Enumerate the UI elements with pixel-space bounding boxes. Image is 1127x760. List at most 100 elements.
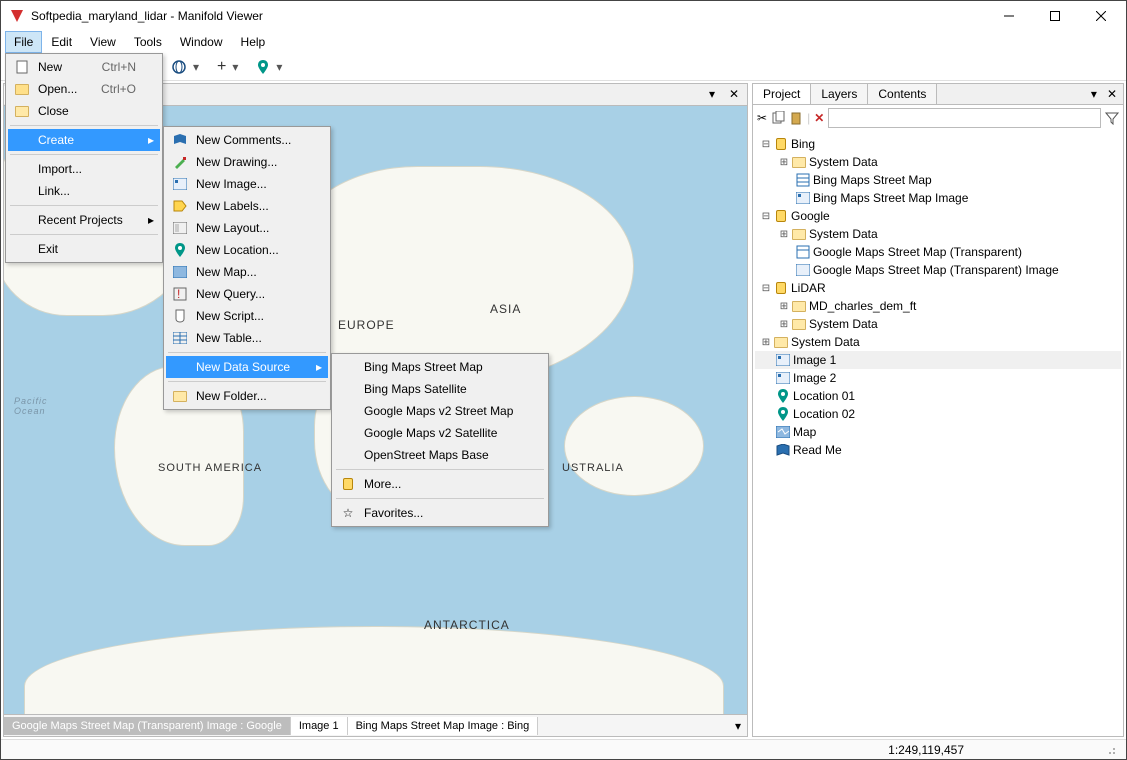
menu-edit[interactable]: Edit [42,31,81,53]
globe-icon[interactable] [171,59,187,75]
create-folder[interactable]: New Folder... [166,385,328,407]
plus-icon[interactable]: + [217,58,226,76]
tree-google-sys[interactable]: ⊞System Data [755,225,1121,243]
menu-help[interactable]: Help [232,31,275,53]
image-icon [170,176,190,192]
tree-image1[interactable]: Image 1 [755,351,1121,369]
tree-bing-street-img[interactable]: Bing Maps Street Map Image [755,189,1121,207]
location-icon [170,242,190,258]
tree-readme[interactable]: Read Me [755,441,1121,459]
ds-google-street[interactable]: Google Maps v2 Street Map [334,400,546,422]
titlebar: Softpedia_maryland_lidar - Manifold View… [1,1,1126,31]
comments-icon [170,132,190,148]
project-tree: ⊟Bing ⊞System Data Bing Maps Street Map … [752,131,1124,737]
create-layout[interactable]: New Layout... [166,217,328,239]
query-icon: ! [170,286,190,302]
filter-icon[interactable] [1105,111,1119,125]
tree-map[interactable]: Map [755,423,1121,441]
close-file-icon [12,103,32,119]
map-label-europe: EUROPE [338,318,395,332]
layer-tab-bing[interactable]: Bing Maps Street Map Image : Bing [348,717,539,735]
file-link[interactable]: Link... [8,180,160,202]
open-icon [12,81,32,97]
create-labels[interactable]: New Labels... [166,195,328,217]
file-import[interactable]: Import... [8,158,160,180]
ds-bing-sat[interactable]: Bing Maps Satellite [334,378,546,400]
create-query[interactable]: !New Query... [166,283,328,305]
create-comments[interactable]: New Comments... [166,129,328,151]
tree-loc2[interactable]: Location 02 [755,405,1121,423]
panel-close-icon[interactable]: ✕ [1101,84,1123,104]
tree-sysdata[interactable]: ⊞System Data [755,333,1121,351]
map-icon [170,264,190,280]
ds-osm[interactable]: OpenStreet Maps Base [334,444,546,466]
ds-more[interactable]: More... [334,473,546,495]
tree-google-street[interactable]: Google Maps Street Map (Transparent) [755,243,1121,261]
menu-view[interactable]: View [81,31,125,53]
tree-google-street-img[interactable]: Google Maps Street Map (Transparent) Ima… [755,261,1121,279]
project-panel: Project Layers Contents ▾ ✕ ✂ | ✕ ⊟Bing … [752,83,1124,737]
svg-text:!: ! [177,287,180,301]
create-image[interactable]: New Image... [166,173,328,195]
create-location[interactable]: New Location... [166,239,328,261]
copy-icon[interactable] [771,111,785,125]
ds-google-sat[interactable]: Google Maps v2 Satellite [334,422,546,444]
drawing-icon [170,154,190,170]
file-open[interactable]: Open...Ctrl+O [8,78,160,100]
file-recent[interactable]: Recent Projects▸ [8,209,160,231]
tree-bing-street[interactable]: Bing Maps Street Map [755,171,1121,189]
create-map[interactable]: New Map... [166,261,328,283]
create-drawing[interactable]: New Drawing... [166,151,328,173]
map-label-pacific: Pacific Ocean [14,396,48,416]
panel-tab-project[interactable]: Project [753,84,811,104]
create-datasource[interactable]: New Data Source▸ [166,356,328,378]
ds-bing-street[interactable]: Bing Maps Street Map [334,356,546,378]
panel-dropdown-icon[interactable]: ▾ [1087,84,1101,104]
file-create[interactable]: Create▸ [8,129,160,151]
panel-tab-layers[interactable]: Layers [811,84,868,104]
layer-tab-image1[interactable]: Image 1 [291,717,348,735]
map-label-ant: ANTARCTICA [424,618,510,632]
maximize-button[interactable] [1032,1,1078,31]
script-icon [170,308,190,324]
tree-loc1[interactable]: Location 01 [755,387,1121,405]
file-close[interactable]: Close [8,100,160,122]
tree-google[interactable]: ⊟Google [755,207,1121,225]
status-scale: 1:249,119,457 [888,743,964,757]
create-script[interactable]: New Script... [166,305,328,327]
tree-image2[interactable]: Image 2 [755,369,1121,387]
menu-window[interactable]: Window [171,31,232,53]
panel-tab-contents[interactable]: Contents [868,84,937,104]
window-title: Softpedia_maryland_lidar - Manifold View… [31,9,986,23]
tree-bing[interactable]: ⊟Bing [755,135,1121,153]
tree-lidar[interactable]: ⊟LiDAR [755,279,1121,297]
paste-icon[interactable] [789,111,803,125]
file-new[interactable]: NewCtrl+N [8,56,160,78]
tree-lidar-md[interactable]: ⊞MD_charles_dem_ft [755,297,1121,315]
delete-icon[interactable]: ✕ [814,111,824,125]
star-icon: ☆ [338,505,358,521]
layer-tab-google[interactable]: Google Maps Street Map (Transparent) Ima… [4,717,291,735]
cut-icon[interactable]: ✂ [757,111,767,125]
create-table[interactable]: New Table... [166,327,328,349]
database-icon [338,476,358,492]
layer-tab-dropdown-icon[interactable]: ▾ [729,719,747,733]
labels-icon [170,198,190,214]
toolbar: ▾ + ▾ ▾ [1,53,1126,81]
pin-icon[interactable] [256,59,270,75]
map-label-asia: ASIA [490,302,521,316]
file-exit[interactable]: Exit [8,238,160,260]
ds-favorites[interactable]: ☆Favorites... [334,502,546,524]
file-menu: NewCtrl+N Open...Ctrl+O Close Create▸ Im… [5,53,163,263]
menu-tools[interactable]: Tools [125,31,171,53]
close-button[interactable] [1078,1,1124,31]
filter-input[interactable] [828,108,1101,128]
menu-file[interactable]: File [5,31,42,53]
table-icon [170,330,190,346]
tree-bing-sys[interactable]: ⊞System Data [755,153,1121,171]
minimize-button[interactable] [986,1,1032,31]
tree-lidar-sys[interactable]: ⊞System Data [755,315,1121,333]
tab-close-icon[interactable]: ✕ [729,87,745,103]
layout-icon [170,220,190,236]
tab-dropdown-icon[interactable]: ▾ [709,87,725,103]
